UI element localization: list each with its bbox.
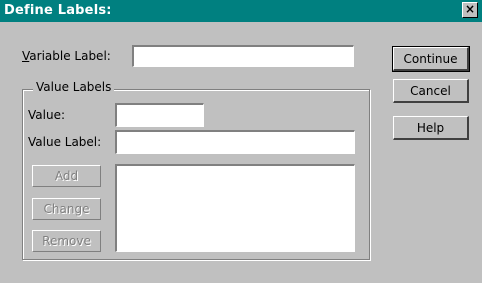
cancel-button-label: Cancel [410, 84, 451, 98]
change-button[interactable]: Change [32, 198, 101, 220]
continue-button[interactable]: Continue [392, 46, 470, 72]
add-button[interactable]: Add [32, 165, 101, 187]
cancel-button[interactable]: Cancel [393, 79, 469, 103]
close-button[interactable]: × [462, 2, 478, 18]
help-button-label: Help [416, 121, 445, 135]
change-button-label: Change [43, 202, 90, 216]
variable-label-mnemonic: V [22, 49, 30, 63]
remove-button[interactable]: Remove [32, 230, 101, 252]
continue-button-label: Continue [403, 52, 458, 66]
value-label-field[interactable] [115, 130, 355, 154]
value-labels-legend: Value Labels [33, 80, 115, 94]
variable-label-label: Variable Label: [22, 49, 111, 63]
value-field[interactable] [115, 103, 204, 127]
variable-label-field[interactable] [132, 45, 354, 67]
value-label-field-label: Value Label: [28, 135, 102, 149]
remove-button-label: Remove [42, 234, 91, 248]
value-field-label: Value: [28, 108, 65, 122]
title-bar: Define Labels: × [0, 0, 482, 22]
help-button[interactable]: Help [393, 116, 469, 140]
add-button-label: Add [54, 169, 79, 183]
close-icon: × [464, 2, 476, 16]
value-labels-list[interactable] [115, 164, 355, 252]
window-title: Define Labels: [4, 3, 112, 18]
